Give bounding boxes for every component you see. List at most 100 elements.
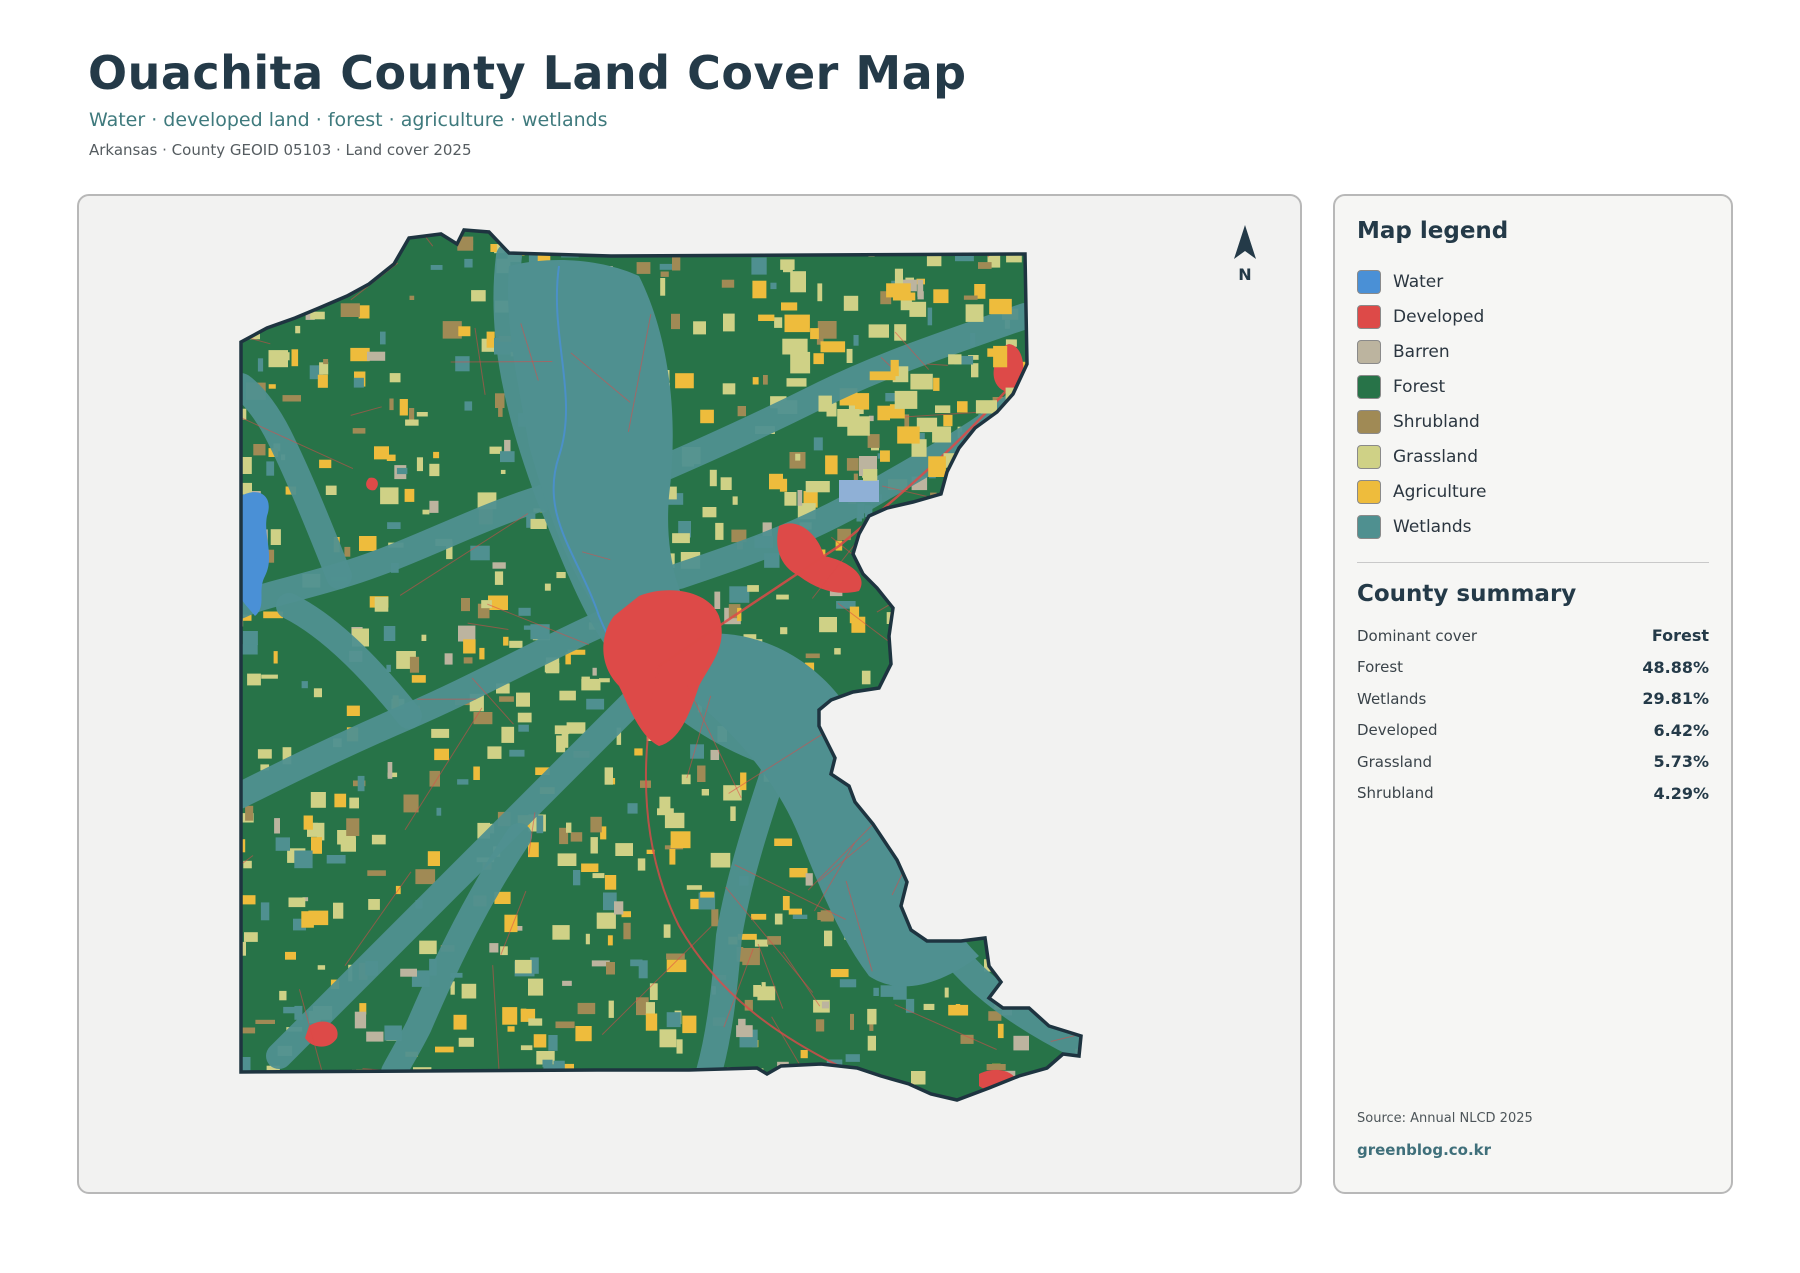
- agriculture-patch: [933, 377, 940, 391]
- summary-table: Dominant cover Forest Forest 48.88% Wetlan…: [1357, 620, 1709, 809]
- wetlands-patch: [518, 607, 531, 616]
- agriculture-patch: [880, 450, 890, 462]
- grassland-patch: [957, 698, 977, 705]
- grassland-patch: [1073, 830, 1081, 846]
- wetlands-patch: [1084, 1028, 1093, 1033]
- shrubland-patch: [499, 696, 514, 702]
- grassland-patch: [923, 1003, 935, 1010]
- wetlands-patch: [260, 902, 270, 921]
- shrubland-patch: [711, 909, 719, 927]
- legend-item-wetlands: Wetlands: [1357, 509, 1487, 544]
- shrubland-patch: [671, 313, 680, 330]
- agriculture-patch: [435, 1046, 454, 1053]
- agriculture-patch: [463, 639, 476, 654]
- grassland-patch: [241, 941, 246, 956]
- wetlands-patch: [1028, 904, 1034, 913]
- wetlands-patch: [242, 631, 258, 645]
- grassland-patch: [1037, 902, 1053, 914]
- grassland-patch: [544, 583, 551, 591]
- agriculture-patch: [604, 875, 617, 890]
- shrubland-patch: [986, 1064, 1006, 1071]
- shrubland-patch: [245, 805, 254, 821]
- wetlands-patch: [396, 467, 408, 475]
- shrubland-patch: [911, 562, 932, 568]
- north-label: N: [1238, 265, 1252, 284]
- agriculture-patch: [502, 1007, 518, 1025]
- grassland-patch: [861, 670, 871, 685]
- legend-label: Wetlands: [1393, 516, 1472, 537]
- grassland-patch: [884, 783, 902, 801]
- legend-label: Forest: [1393, 376, 1446, 397]
- barren-swatch: [1357, 339, 1381, 364]
- barren-patch: [489, 943, 499, 953]
- agriculture-patch: [682, 1015, 697, 1034]
- grassland-patch: [971, 363, 979, 378]
- grassland-patch: [834, 648, 841, 655]
- wetlands-patch: [1063, 437, 1075, 451]
- agriculture-patch: [285, 951, 296, 960]
- grassland-patch: [261, 674, 278, 679]
- shrubland-patch: [253, 444, 266, 456]
- north-arrow-icon: [1234, 225, 1256, 259]
- shrubland-patch: [993, 913, 1003, 929]
- site-link[interactable]: greenblog.co.kr: [1357, 1141, 1491, 1159]
- barren-patch: [592, 667, 597, 676]
- barren-patch: [367, 351, 386, 361]
- barren-patch: [950, 822, 967, 841]
- wetlands-patch: [387, 522, 401, 529]
- agriculture-patch: [399, 399, 408, 416]
- field-patch: [837, 409, 860, 427]
- grassland-patch: [723, 313, 735, 332]
- agriculture-patch: [1079, 575, 1081, 586]
- barren-patch: [458, 625, 476, 642]
- grassland-patch: [544, 663, 560, 673]
- shrubland-patch: [623, 922, 631, 940]
- agriculture-patch: [700, 409, 714, 424]
- grassland-patch: [842, 737, 848, 745]
- agriculture-patch: [507, 1026, 515, 1032]
- grassland-patch: [976, 615, 987, 621]
- grassland-patch: [615, 843, 633, 856]
- side-panel: Map legend Water Developed Barren Forest…: [1333, 194, 1733, 1194]
- shrubland-patch: [881, 517, 891, 532]
- grassland-patch: [910, 692, 929, 699]
- agriculture-patch: [769, 473, 783, 490]
- road-line: [903, 523, 1016, 528]
- grassland-patch: [244, 932, 258, 942]
- wetlands-patch: [1046, 973, 1053, 984]
- grassland-patch: [581, 676, 590, 686]
- shrubland-patch: [939, 628, 946, 640]
- wetlands-patch: [998, 964, 1008, 975]
- road-line: [250, 230, 322, 237]
- shrubland-patch: [255, 1019, 275, 1024]
- grassland-patch: [419, 940, 437, 955]
- legend-label: Water: [1393, 271, 1444, 292]
- barren-patch: [736, 1025, 753, 1038]
- wetlands-patch: [548, 1035, 558, 1051]
- grassland-patch: [528, 978, 544, 996]
- agriculture-patch: [254, 232, 273, 239]
- barren-patch: [562, 980, 572, 986]
- wetlands-patch: [1066, 828, 1081, 844]
- barren-patch: [1086, 857, 1105, 867]
- agriculture-patch: [782, 896, 790, 911]
- road-line: [241, 855, 254, 935]
- shrubland-patch: [953, 646, 959, 655]
- wetlands-patch: [630, 959, 643, 967]
- wetlands-patch: [455, 356, 470, 372]
- shrubland-patch: [1068, 230, 1077, 234]
- grassland-patch: [1053, 362, 1072, 378]
- agriculture-patch: [308, 910, 329, 926]
- wetlands-patch: [627, 803, 638, 814]
- wetlands-patch: [995, 992, 1014, 1000]
- agriculture-patch: [1044, 715, 1049, 734]
- grassland-patch: [993, 869, 1009, 876]
- agriculture-patch: [1002, 826, 1017, 840]
- grassland-patch: [1072, 580, 1079, 598]
- shrubland-patch: [590, 816, 602, 833]
- agriculture-patch: [1050, 715, 1061, 734]
- field-patch: [894, 268, 903, 284]
- shrubland-patch: [1015, 719, 1028, 725]
- grassland-patch: [726, 1072, 733, 1091]
- barren-patch: [354, 1011, 367, 1029]
